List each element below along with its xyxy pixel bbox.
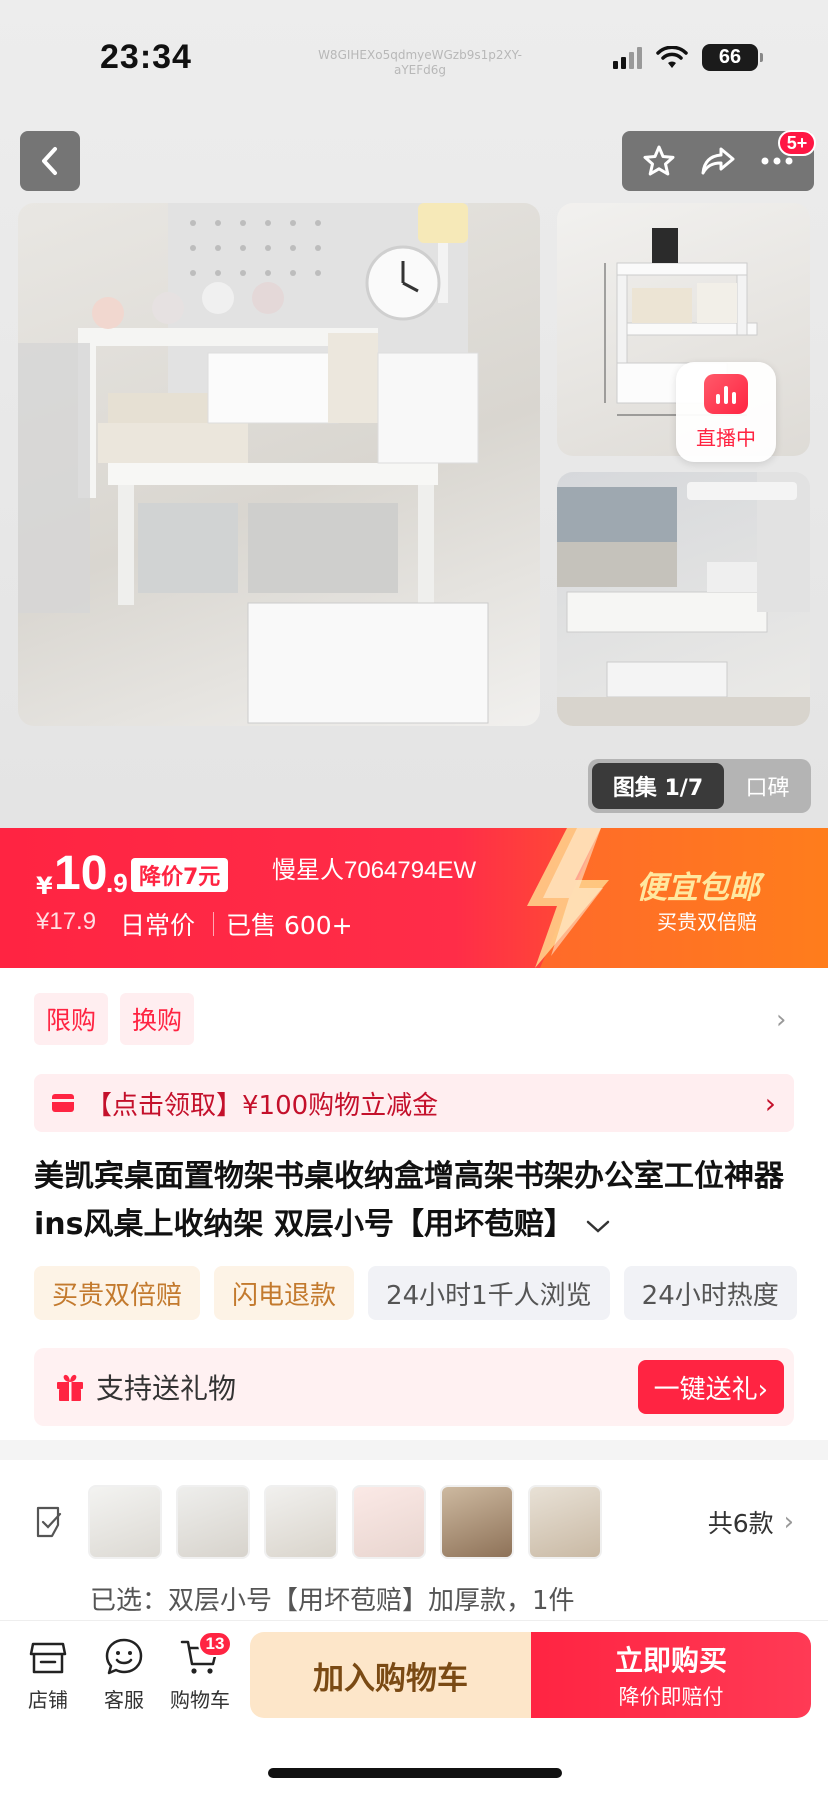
tag-exchange: 换购 <box>120 993 195 1045</box>
live-label: 直播中 <box>696 425 756 450</box>
product-title[interactable]: 美凯宾桌面置物架书桌收纳盒增高架书架办公室工位神器ins风桌上收纳架 双层小号【… <box>34 1153 804 1249</box>
live-bars-icon <box>704 373 748 414</box>
chevron-right-icon[interactable]: › <box>776 1005 786 1035</box>
gift-label: 支持送礼物 <box>96 1372 237 1405</box>
popularity-tag: 24小时热度 <box>623 1266 797 1320</box>
notification-badge: 5+ <box>778 130 816 156</box>
price-currency: ¥ <box>36 872 53 900</box>
nav-store-label: 店铺 <box>28 1688 68 1712</box>
service-tags[interactable]: 买贵双倍赔 闪电退款 24小时1千人浏览 24小时热度 <box>34 1266 828 1320</box>
product-title-text: 美凯宾桌面置物架书桌收纳盒增高架书架办公室工位神器ins风桌上收纳架 双层小号【… <box>34 1159 784 1242</box>
wifi-icon <box>656 45 688 68</box>
original-price: ¥17.9 <box>36 908 97 935</box>
sold-count: 已售 600+ <box>226 911 353 940</box>
desk-setup-illustration <box>557 472 810 726</box>
nav-cart-label: 购物车 <box>170 1688 230 1712</box>
gallery-thumbnail-desk-setup[interactable] <box>557 472 810 726</box>
tag-limited: 限购 <box>34 993 109 1045</box>
promo-subtitle: 买贵双倍赔 <box>657 910 757 934</box>
battery-indicator: 66 <box>702 44 763 71</box>
more-dots-icon <box>761 157 793 165</box>
star-icon <box>643 145 675 176</box>
send-gift-button[interactable]: 一键送礼› <box>637 1360 784 1414</box>
cart-count-badge: 13 <box>198 1631 232 1657</box>
service-tag: 买贵双倍赔 <box>34 1266 201 1320</box>
store-icon <box>29 1642 67 1674</box>
card-icon <box>52 1094 74 1112</box>
service-tag: 闪电退款 <box>214 1266 355 1320</box>
share-icon <box>701 147 735 175</box>
variant-thumb[interactable] <box>528 1485 602 1559</box>
status-time: 23:34 <box>100 38 192 76</box>
watermark: W8GIHEXo5qdmyeWGzb9s1p2XY-aYEFd6g <box>318 48 522 77</box>
price-drop-tag: 降价7元 <box>131 858 229 892</box>
cellular-signal-icon <box>613 46 642 69</box>
variant-thumbnails <box>88 1485 700 1559</box>
home-indicator <box>268 1768 562 1778</box>
seller-name[interactable]: 慢星人7064794EW <box>272 850 476 885</box>
selected-variant[interactable]: 已选：双层小号【用坏苞赔】加厚款，1件 <box>90 1580 575 1617</box>
buy-now-sublabel: 降价即赔付 <box>618 1685 724 1709</box>
live-stream-button[interactable]: 直播中 <box>676 362 776 462</box>
nav-store[interactable]: 店铺 <box>13 1636 83 1713</box>
buy-now-label: 立即购买 <box>614 1644 727 1677</box>
promo-title[interactable]: 便宜包邮 <box>636 862 760 907</box>
purchase-tags[interactable]: 限购 换购 <box>34 993 195 1045</box>
price-integer: 10 <box>54 847 108 900</box>
buy-now-button[interactable]: 立即购买 降价即赔付 <box>531 1632 811 1718</box>
chat-smile-icon <box>105 1638 143 1675</box>
variant-thumb[interactable] <box>264 1485 338 1559</box>
gallery-tabs: 图集 1/7 口碑 <box>588 759 811 813</box>
product-gallery-hero: 23:34 W8GIHEXo5qdmyeWGzb9s1p2XY-aYEFd6g … <box>0 0 828 828</box>
back-button[interactable] <box>20 131 80 191</box>
add-to-cart-button[interactable]: 加入购物车 <box>250 1632 531 1718</box>
divider <box>213 912 214 936</box>
variant-thumb[interactable] <box>88 1485 162 1559</box>
share-button[interactable] <box>693 136 743 186</box>
favorite-button[interactable] <box>634 136 684 186</box>
popularity-tag: 24小时1千人浏览 <box>368 1266 610 1320</box>
variant-thumb[interactable] <box>352 1485 426 1559</box>
chevron-down-icon[interactable] <box>586 1201 610 1249</box>
tab-reviews[interactable]: 口碑 <box>728 763 807 809</box>
daily-price-label: 日常价 <box>120 911 196 940</box>
variant-thumb[interactable] <box>440 1485 514 1559</box>
lightning-bolt-icon <box>527 828 609 968</box>
gift-icon <box>57 1374 83 1401</box>
section-divider <box>0 1440 828 1460</box>
tab-gallery[interactable]: 图集 1/7 <box>592 763 724 809</box>
desk-shelf-illustration <box>18 203 489 724</box>
price-decimal: .9 <box>106 868 128 898</box>
variant-count: 共6款 <box>707 1509 774 1538</box>
coupon-text: 【点击领取】¥100购物立减金 <box>86 1090 439 1121</box>
gift-section: 支持送礼物 一键送礼› <box>34 1348 794 1426</box>
nav-service-label: 客服 <box>104 1688 144 1712</box>
nav-customer-service[interactable]: 客服 <box>89 1636 159 1713</box>
chevron-right-icon: › <box>783 1507 794 1537</box>
variant-thumb[interactable] <box>176 1485 250 1559</box>
spec-sheet-icon <box>36 1506 62 1538</box>
variant-selector[interactable]: 共6款 › <box>34 1480 794 1564</box>
chevron-left-icon <box>42 147 57 175</box>
status-icons: 66 <box>613 44 763 71</box>
chevron-right-icon: › <box>764 1086 776 1120</box>
coupon-banner[interactable]: 【点击领取】¥100购物立减金 › <box>34 1074 794 1132</box>
gallery-main-photo[interactable] <box>18 203 540 726</box>
